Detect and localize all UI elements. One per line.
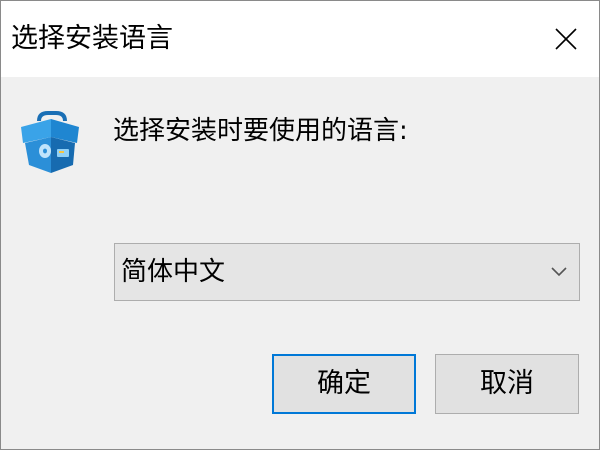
chevron-down-icon [551, 267, 567, 277]
close-icon [555, 28, 577, 50]
cancel-button[interactable]: 取消 [435, 354, 579, 414]
prompt-label: 选择安装时要使用的语言: [113, 116, 408, 146]
language-select-dialog: 选择安装语言 选择安装时要使用的语言: 简体中文 确定 取消 [0, 0, 600, 450]
close-button[interactable] [533, 1, 599, 77]
ok-button[interactable]: 确定 [272, 354, 416, 414]
language-dropdown[interactable]: 简体中文 [114, 243, 580, 301]
dialog-body: 选择安装时要使用的语言: 简体中文 确定 取消 [1, 77, 599, 449]
language-dropdown-value: 简体中文 [121, 257, 226, 287]
installer-box-icon [21, 111, 79, 173]
window-title: 选择安装语言 [11, 23, 173, 54]
title-bar: 选择安装语言 [1, 1, 599, 77]
